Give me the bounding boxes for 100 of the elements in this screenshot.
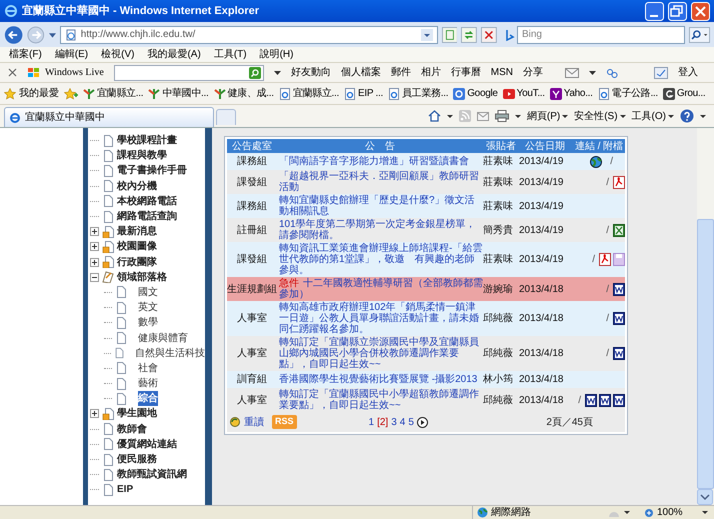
expand-icon[interactable]: [90, 242, 99, 252]
dropdown-arrow-icon[interactable]: [48, 30, 56, 38]
menu-item[interactable]: 檢視(V): [101, 47, 134, 62]
menu-item[interactable]: 說明(H): [260, 47, 294, 62]
browser-tab[interactable]: 宜蘭縣立中華國中: [4, 107, 214, 127]
command-menu[interactable]: 工具(O): [632, 108, 666, 124]
reload-link[interactable]: 重讀: [244, 414, 264, 430]
favorites-button[interactable]: 我的最愛: [19, 86, 59, 101]
announcement-link[interactable]: 101學年度第二學期第一次定考金銀星榜單，請參閱附檔。: [277, 219, 483, 241]
dropdown-arrow-icon[interactable]: [562, 114, 568, 118]
dropdown-arrow-icon[interactable]: [624, 510, 630, 515]
printer-icon[interactable]: [494, 110, 509, 122]
sidebar-item[interactable]: 網路電話查詢: [117, 209, 177, 224]
pdf-file-icon[interactable]: [599, 253, 611, 266]
document-file-icon[interactable]: [599, 394, 611, 406]
toolbar-link[interactable]: 相片: [420, 65, 441, 80]
command-menu[interactable]: 安全性(S): [574, 108, 618, 124]
scrollbar-thumb[interactable]: [697, 219, 714, 489]
dropdown-arrow-icon[interactable]: [620, 114, 626, 118]
dropdown-arrow-icon[interactable]: [514, 114, 521, 118]
reload-icon[interactable]: [229, 416, 241, 428]
sidebar-item[interactable]: 最新消息: [117, 224, 157, 240]
announcement-link[interactable]: 「超越視界一亞科夫．亞剛回顧展」教師研習活動: [277, 171, 483, 193]
sidebar-item[interactable]: EIP: [117, 482, 134, 498]
toolbar-link[interactable]: 好友動向: [290, 65, 331, 80]
document-file-icon[interactable]: [613, 347, 625, 360]
sidebar-subitem[interactable]: 數學: [138, 315, 158, 330]
announcement-link[interactable]: 轉知資訊工業策進會辦理線上師培課程-「給雲世代教師的第1堂課」，敬邀 有興趣的老師參與。: [277, 243, 483, 276]
sidebar-item[interactable]: 行政團隊: [117, 254, 157, 270]
home-icon[interactable]: [428, 110, 441, 122]
search-field[interactable]: Bing: [516, 26, 685, 44]
announcement-link[interactable]: 轉知訂定「宜蘭縣立崇源國民中學及宜蘭縣員山鄉內城國民小學合併校教師遷調作業要點」，自即日起生效~~: [277, 337, 483, 370]
close-icon[interactable]: [8, 68, 17, 77]
globe-icon[interactable]: [590, 156, 602, 168]
sidebar-item[interactable]: 教師會: [117, 422, 147, 437]
zoom-level-button[interactable]: 100%: [657, 505, 683, 519]
favorite-link[interactable]: 電子公路...: [612, 86, 658, 101]
toolbar-link[interactable]: 個人檔案: [340, 65, 381, 80]
sidebar-subitem[interactable]: 國文: [138, 284, 158, 300]
mail-icon[interactable]: [565, 68, 579, 78]
sidebar-item[interactable]: 學校課程計畫: [117, 133, 177, 148]
dropdown-arrow-icon[interactable]: [589, 70, 596, 76]
sidebar-item[interactable]: 教師甄試資訊網: [117, 467, 187, 482]
search-icon[interactable]: [688, 26, 710, 44]
document-file-icon[interactable]: [613, 394, 625, 406]
menu-item[interactable]: 編輯(E): [54, 47, 88, 62]
dropdown-arrow-icon[interactable]: [700, 114, 706, 118]
favorite-link[interactable]: EIP ...: [358, 86, 383, 101]
toolbar-link[interactable]: 分享: [523, 65, 543, 80]
page-link[interactable]: 1: [368, 414, 374, 430]
sidebar-item[interactable]: 便民服務: [117, 452, 157, 468]
sidebar-item[interactable]: 優質網站連結: [117, 436, 177, 452]
favorite-link[interactable]: YouT...: [516, 86, 545, 101]
dropdown-arrow-icon[interactable]: [274, 70, 281, 76]
sidebar-item[interactable]: 電子書操作手冊: [117, 163, 187, 178]
sidebar-item[interactable]: 課程與教學: [117, 148, 167, 164]
refresh-icon[interactable]: [461, 26, 478, 44]
favorite-link[interactable]: Google: [467, 86, 498, 101]
page-link[interactable]: 5: [408, 414, 414, 430]
announcement-link[interactable]: 轉知宜蘭縣史館辦理「歷史是什麼?」徵文活動相關訊息: [277, 195, 483, 217]
sidebar-subitem[interactable]: 藝術: [138, 376, 158, 392]
dropdown-arrow-icon[interactable]: [446, 114, 453, 118]
close-button[interactable]: [691, 2, 710, 20]
sidebar-subitem[interactable]: 健康與體育: [138, 330, 188, 346]
expand-icon[interactable]: [90, 258, 99, 267]
document-file-icon[interactable]: [613, 312, 625, 325]
scrollbar[interactable]: [697, 128, 714, 505]
announcement-link[interactable]: 急件 十二年國教適性輔導研習（全部教師都需參加）: [277, 278, 483, 300]
favorite-link[interactable]: 宜蘭縣立...: [292, 86, 339, 101]
sidebar-item[interactable]: 校園圖像: [117, 239, 157, 254]
sidebar-subitem[interactable]: 自然與生活科技: [135, 346, 205, 361]
restore-button[interactable]: [668, 2, 687, 20]
sidebar-subitem[interactable]: 綜合: [138, 391, 158, 406]
sidebar-subitem[interactable]: 英文: [138, 300, 158, 316]
announcement-link[interactable]: 轉知訂定「宜蘭縣國民中小學超額教師遷調作業要點」，自即日起生效~~: [277, 389, 483, 411]
address-field[interactable]: http://www.chjh.ilc.edu.tw/: [60, 26, 438, 44]
toolbar-link[interactable]: 行事曆: [450, 65, 481, 80]
add-favorite-icon[interactable]: [64, 88, 78, 100]
announcement-link[interactable]: 轉知高雄市政府辦理102年「銷馬柔情一鎮津一日遊」公教人員單身聯誼活動計畫，請未婚同仁踴躍報名參加。: [277, 302, 483, 335]
stop-icon[interactable]: [481, 26, 497, 44]
next-page-icon[interactable]: [416, 416, 428, 428]
back-button[interactable]: [4, 24, 24, 46]
menu-item[interactable]: 檔案(F): [9, 47, 42, 62]
command-menu[interactable]: 網頁(P): [526, 108, 560, 124]
page-link[interactable]: [2]: [377, 414, 388, 430]
collapse-icon[interactable]: [90, 272, 99, 282]
menu-item[interactable]: 工具(T): [214, 47, 247, 62]
document-file-icon[interactable]: [585, 394, 597, 406]
page-link[interactable]: 4: [400, 414, 406, 430]
dropdown-arrow-icon[interactable]: [702, 510, 708, 515]
favorite-link[interactable]: 宜蘭縣立...: [97, 86, 144, 101]
edit-icon[interactable]: [654, 66, 668, 78]
spreadsheet-file-icon[interactable]: [613, 224, 625, 236]
minimize-button[interactable]: [645, 2, 664, 20]
expand-icon[interactable]: [90, 409, 99, 418]
help-icon[interactable]: [680, 109, 694, 123]
favorite-link[interactable]: 健康、成...: [228, 86, 274, 101]
favorite-link[interactable]: Yaho...: [564, 86, 593, 101]
sidebar-item[interactable]: 校內分機: [117, 178, 157, 194]
announcement-link[interactable]: 「閩南語字音字形能力增進」研習暨讀書會: [277, 156, 483, 167]
